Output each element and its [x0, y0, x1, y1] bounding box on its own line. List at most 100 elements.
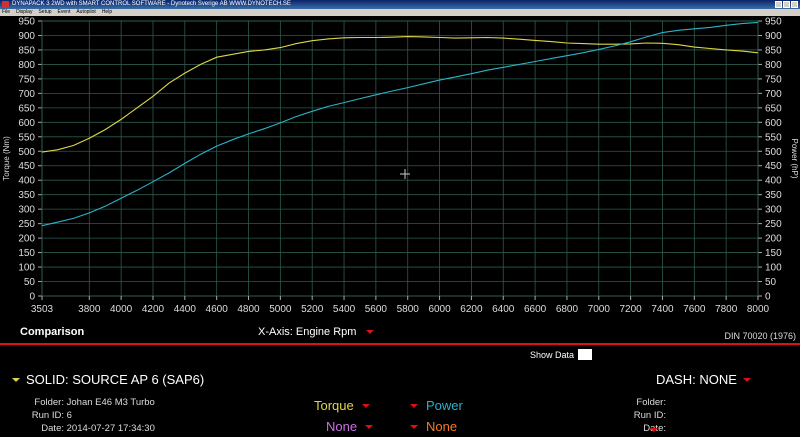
y-tick-label-left: 900 — [18, 31, 35, 42]
y-tick-label-right: 50 — [765, 277, 777, 288]
x-tick-label: 6600 — [524, 304, 547, 315]
x-tick-label: 4400 — [174, 304, 197, 315]
channel-torque[interactable]: Torque — [314, 398, 370, 413]
y-tick-label-left: 150 — [18, 248, 35, 259]
menu-setup[interactable]: Setup — [38, 9, 51, 16]
x-tick-label: 4200 — [142, 304, 165, 315]
dropdown-arrow-icon[interactable] — [365, 330, 374, 335]
y-tick-label-right: 850 — [765, 45, 782, 56]
y-tick-label-left: 200 — [18, 234, 35, 245]
dropdown-arrow-icon[interactable] — [410, 403, 418, 408]
y-tick-label-right: 0 — [765, 292, 771, 303]
y-tick-label-left: 800 — [18, 60, 35, 71]
info-value: 6 — [66, 410, 72, 421]
y-tick-label-left: 550 — [18, 132, 35, 143]
show-data-checkbox[interactable] — [578, 349, 593, 360]
y-tick-label-right: 700 — [765, 89, 782, 100]
x-tick-label: 6200 — [460, 304, 483, 315]
show-data-toggle[interactable]: Show Data — [530, 349, 593, 360]
window-title: DYNAPACK 3 2WD with SMART CONTROL SOFTWA… — [12, 1, 291, 7]
x-axis-label: X-Axis: Engine Rpm — [258, 326, 357, 338]
solid-source-selector[interactable]: SOLID: SOURCE AP 6 (SAP6) — [12, 372, 204, 387]
menu-event[interactable]: Event — [58, 9, 71, 16]
dropdown-arrow-icon[interactable] — [361, 403, 370, 408]
y-tick-label-right: 750 — [765, 74, 782, 85]
x-tick-label: 3800 — [78, 304, 101, 315]
y-tick-label-right: 250 — [765, 219, 782, 230]
dropdown-arrow-icon[interactable] — [650, 428, 658, 432]
close-button[interactable] — [791, 1, 798, 8]
maximize-button[interactable] — [783, 1, 790, 8]
left-info: Folder: Johan E46 M3 Turbo Run ID: 6 Dat… — [12, 397, 162, 436]
y-tick-label-right: 400 — [765, 176, 782, 187]
menu-display[interactable]: Display — [16, 9, 32, 16]
info-key: Date: — [41, 423, 64, 434]
x-tick-label: 6000 — [428, 304, 451, 315]
dropdown-arrow-icon[interactable] — [742, 377, 751, 382]
minimize-button[interactable] — [775, 1, 782, 8]
y-tick-label-left: 750 — [18, 74, 35, 85]
y-tick-label-right: 600 — [765, 118, 782, 129]
info-key: Folder: — [34, 397, 64, 408]
channel-none-left[interactable]: None — [326, 419, 374, 434]
x-tick-label: 8000 — [747, 304, 770, 315]
x-tick-label: 7800 — [715, 304, 738, 315]
show-data-label: Show Data — [530, 349, 575, 360]
y-tick-label-left: 450 — [18, 161, 35, 172]
channel-2-label: Power — [426, 398, 463, 413]
channel-power[interactable]: Power — [410, 398, 463, 413]
menu-file[interactable]: File — [2, 9, 10, 16]
y-tick-label-left: 300 — [18, 205, 35, 216]
y-tick-label-left: 250 — [18, 219, 35, 230]
x-tick-label: 7600 — [683, 304, 706, 315]
x-tick-label: 4600 — [206, 304, 229, 315]
dropdown-arrow-icon[interactable] — [365, 424, 374, 429]
channel-none-right[interactable]: None — [410, 419, 457, 434]
y-tick-label-left: 950 — [18, 17, 35, 28]
app-icon — [2, 1, 9, 8]
y-tick-label-left: 100 — [18, 263, 35, 274]
x-tick-label: 7400 — [651, 304, 674, 315]
x-axis-selector[interactable]: X-Axis: Engine Rpm — [258, 326, 374, 338]
dropdown-arrow-icon[interactable] — [12, 377, 20, 382]
channel-4-label: None — [426, 419, 458, 434]
x-tick-label: 5600 — [365, 304, 388, 315]
y-tick-label-right: 900 — [765, 31, 782, 42]
window-controls — [775, 1, 798, 8]
y-tick-label-right: 350 — [765, 190, 782, 201]
right-info: Folder: Run ID: Date: — [622, 397, 702, 436]
x-tick-label: 3503 — [31, 304, 54, 315]
y-tick-label-left: 600 — [18, 118, 35, 129]
x-tick-label: 5200 — [301, 304, 324, 315]
info-key: Run ID: — [31, 410, 64, 421]
y-tick-label-right: 300 — [765, 205, 782, 216]
info-key: Date: — [643, 423, 666, 434]
y-tick-label-left: 350 — [18, 190, 35, 201]
menu-autopilot[interactable]: Autopilot — [76, 9, 95, 16]
y-tick-label-left: 850 — [18, 45, 35, 56]
y-tick-label-left: 700 — [18, 89, 35, 100]
x-tick-label: 4000 — [110, 304, 133, 315]
y-tick-label-right: 500 — [765, 147, 782, 158]
red-divider — [0, 343, 800, 345]
y-axis-label-right: Power (hP) — [790, 138, 799, 178]
y-tick-label-left: 50 — [24, 277, 36, 288]
dropdown-arrow-icon[interactable] — [410, 424, 418, 429]
info-key: Run ID: — [633, 410, 666, 421]
menu-help[interactable]: Help — [102, 9, 112, 16]
x-tick-label: 6400 — [492, 304, 515, 315]
x-tick-label: 5000 — [269, 304, 292, 315]
channel-3-label: None — [326, 419, 358, 434]
dash-source-selector[interactable]: DASH: NONE — [656, 372, 751, 387]
info-key: Folder: — [636, 397, 666, 408]
y-axis-label-left: Torque (Nm) — [2, 136, 11, 181]
dyno-chart[interactable]: 0 050 50100 100150 150200 200250 250300 300350 3… — [0, 16, 800, 342]
comparison-label: Comparison — [20, 326, 85, 338]
x-tick-label: 4800 — [237, 304, 260, 315]
plot-area — [41, 20, 759, 297]
y-tick-label-right: 550 — [765, 132, 782, 143]
y-tick-label-left: 500 — [18, 147, 35, 158]
y-tick-label-left: 0 — [29, 292, 35, 303]
y-tick-label-right: 650 — [765, 103, 782, 114]
y-tick-label-left: 400 — [18, 176, 35, 187]
